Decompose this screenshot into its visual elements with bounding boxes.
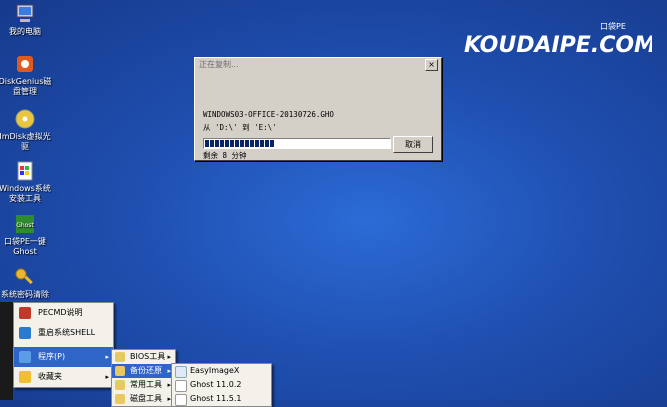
key-icon [14, 266, 36, 288]
favorites-icon [19, 371, 31, 383]
menu-item-label: 程序(P) [38, 352, 66, 361]
submenu-item-ghost-1151[interactable]: Ghost 11.5.1 [172, 392, 271, 406]
desktop-icon-label: 我的电脑 [9, 27, 41, 36]
progress-fill [205, 140, 275, 147]
folder-icon [115, 366, 125, 376]
folder-icon [115, 352, 125, 362]
brand-text: KOUDAIPE.COM [464, 33, 652, 58]
ghost-icon [175, 380, 187, 392]
chevron-right-icon: ▸ [167, 353, 171, 361]
start-menu-item-programs[interactable]: 程序(P) ▸ [14, 347, 113, 367]
submenu-item-disk-tools[interactable]: 磁盘工具 ▸ [112, 392, 175, 406]
start-menu: PECMD说明 重启系统SHELL 程序(P) ▸ 收藏夹 ▸ [13, 302, 114, 388]
brand-logo: KOUDAIPE.COM 口袋PE [462, 21, 656, 62]
ghost-icon: Ghost [14, 213, 36, 235]
desktop-icon-windows-install[interactable]: Windows系统安装工具 [0, 160, 52, 204]
desktop-icon-label: DiskGenius磁盘管理 [0, 77, 52, 96]
start-menu-item-restart-shell[interactable]: 重启系统SHELL [14, 323, 113, 343]
menu-item-label: 常用工具 [130, 380, 162, 389]
menu-item-label: 磁盘工具 [130, 394, 162, 403]
svg-text:Ghost: Ghost [16, 222, 34, 229]
chevron-right-icon: ▸ [105, 353, 109, 361]
submenu-item-easyimagex[interactable]: EasyImageX [172, 364, 271, 378]
submenu-item-bios[interactable]: BIOS工具 ▸ [112, 350, 175, 364]
chevron-right-icon: ▸ [105, 373, 109, 381]
cancel-button[interactable]: 取消 [393, 136, 433, 153]
dialog-from-to: 从 'D:\' 到 'E:\' [203, 123, 277, 132]
easyimagex-icon [175, 366, 187, 378]
start-menu-item-favorites[interactable]: 收藏夹 ▸ [14, 367, 113, 387]
desktop-icon-imdisk[interactable]: ImDisk虚拟光驱 [0, 108, 52, 152]
diskgenius-icon [14, 53, 36, 75]
dialog-title: 正在复制... [199, 60, 239, 69]
pecmd-icon [19, 307, 31, 319]
folder-icon [115, 394, 125, 404]
dialog-remaining: 剩余 8 分钟 [203, 151, 247, 160]
brand-small-text: 口袋PE [600, 22, 626, 31]
copy-progress-bar [203, 138, 391, 149]
restart-shell-icon [19, 327, 31, 339]
menu-item-label: 备份还原 [130, 366, 162, 375]
copy-dialog: 正在复制... × WINDOWS03-OFFICE-20130726.GHO … [194, 57, 442, 161]
desktop-icon-label: 口袋PE一键Ghost [4, 237, 46, 256]
programs-icon [19, 351, 31, 363]
desktop-icon-my-computer[interactable]: 我的电脑 [0, 3, 52, 37]
close-button[interactable]: × [425, 59, 438, 71]
cd-icon [14, 108, 36, 130]
dialog-titlebar: 正在复制... × [195, 58, 441, 73]
desktop-icon-ghost[interactable]: Ghost 口袋PE一键Ghost [0, 213, 52, 257]
menu-item-label: BIOS工具 [130, 352, 166, 361]
backup-submenu: EasyImageX Ghost 11.0.2 Ghost 11.5.1 [171, 363, 272, 407]
submenu-item-ghost-1102[interactable]: Ghost 11.0.2 [172, 378, 271, 392]
close-icon: × [428, 60, 435, 69]
desktop-icon-password-clear[interactable]: 系统密码清除 [0, 266, 52, 300]
desktop-icon-label: 系统密码清除 [1, 290, 49, 299]
menu-item-label: Ghost 11.0.2 [190, 380, 242, 389]
submenu-item-common-tools[interactable]: 常用工具 ▸ [112, 378, 175, 392]
computer-icon [14, 3, 36, 25]
ghost-icon [175, 394, 187, 406]
desktop-icon-label: ImDisk虚拟光驱 [0, 132, 51, 151]
programs-submenu: BIOS工具 ▸ 备份还原 ▸ 常用工具 ▸ 磁盘工具 ▸ [111, 349, 176, 407]
menu-item-label: PECMD说明 [38, 308, 83, 317]
dialog-filename: WINDOWS03-OFFICE-20130726.GHO [203, 110, 334, 119]
submenu-item-backup[interactable]: 备份还原 ▸ [112, 364, 175, 378]
menu-item-label: 重启系统SHELL [38, 328, 96, 337]
start-menu-sidebar [0, 302, 13, 400]
menu-item-label: EasyImageX [190, 366, 240, 375]
desktop-icon-label: Windows系统安装工具 [0, 184, 51, 203]
menu-item-label: 收藏夹 [38, 372, 62, 381]
folder-icon [115, 380, 125, 390]
desktop-icon-diskgenius[interactable]: DiskGenius磁盘管理 [0, 53, 52, 97]
start-menu-item-pecmd[interactable]: PECMD说明 [14, 303, 113, 323]
windows-install-icon [14, 160, 36, 182]
menu-item-label: Ghost 11.5.1 [190, 394, 242, 403]
